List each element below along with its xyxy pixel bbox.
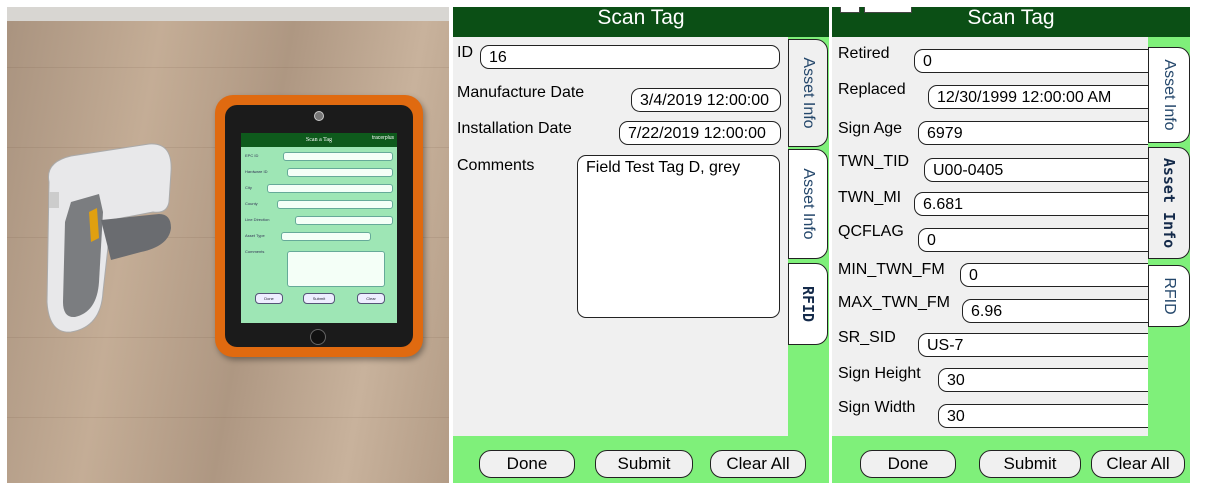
- home-button-icon: [310, 329, 326, 345]
- clear-all-button[interactable]: Clear All: [710, 450, 806, 478]
- camera-icon: [314, 111, 324, 121]
- retired-field[interactable]: 0: [914, 49, 1158, 73]
- mini-field: [283, 152, 393, 161]
- mini-field: [281, 232, 371, 241]
- scan-tag-panel-2: Scan Tag Retired 0 Replaced 12/30/1999 1…: [832, 7, 1190, 483]
- tab-strip: Asset Info Asset Info RFID: [788, 37, 829, 436]
- twn-mi-field[interactable]: 6.681: [914, 192, 1158, 216]
- window-stub: [864, 7, 912, 13]
- max-twn-fm-label: MAX_TWN_FM: [838, 294, 950, 311]
- done-button[interactable]: Done: [860, 450, 956, 478]
- mini-logo: tracerplus: [372, 135, 394, 141]
- retired-label: Retired: [838, 45, 890, 62]
- id-label: ID: [457, 44, 473, 61]
- mini-label: County: [245, 201, 258, 206]
- installation-date-field[interactable]: 7/22/2019 12:00:00: [619, 121, 781, 145]
- form-area: Retired 0 Replaced 12/30/1999 12:00:00 A…: [832, 37, 1158, 436]
- sign-age-label: Sign Age: [838, 120, 903, 137]
- mini-label: Hardware ID: [245, 169, 268, 174]
- min-twn-fm-field[interactable]: 0: [960, 263, 1158, 287]
- sign-height-field[interactable]: 30: [938, 368, 1158, 392]
- tab-asset-info-1[interactable]: Asset Info: [788, 39, 828, 147]
- sign-age-field[interactable]: 6979: [918, 121, 1158, 145]
- manufacture-date-label: Manufacture Date: [457, 84, 585, 101]
- mini-field: [287, 251, 385, 287]
- done-button[interactable]: Done: [479, 450, 575, 478]
- max-twn-fm-field[interactable]: 6.96: [962, 299, 1158, 323]
- mini-label: EPC ID: [245, 153, 259, 158]
- qcflag-label: QCFLAG: [838, 223, 904, 240]
- tab-asset-info-2[interactable]: Asset Info: [788, 149, 828, 259]
- form-area: ID 16 Manufacture Date 3/4/2019 12:00:00…: [453, 37, 788, 436]
- twn-mi-label: TWN_MI: [838, 189, 902, 206]
- mini-button: Clear: [357, 293, 385, 304]
- min-twn-fm-label: MIN_TWN_FM: [838, 261, 945, 278]
- submit-button[interactable]: Submit: [979, 450, 1081, 478]
- replaced-field[interactable]: 12/30/1999 12:00:00 AM: [928, 85, 1158, 109]
- replaced-label: Replaced: [838, 81, 906, 98]
- wood-grain: [7, 67, 449, 68]
- sign-width-label: Sign Width: [838, 399, 916, 416]
- mini-field: [287, 168, 393, 177]
- tab-rfid[interactable]: RFID: [788, 263, 828, 345]
- manufacture-date-field[interactable]: 3/4/2019 12:00:00: [631, 88, 781, 112]
- tab-strip: Asset Info Asset Info RFID: [1148, 37, 1190, 436]
- wood-grain: [7, 417, 449, 418]
- mini-label: Line Direction: [245, 217, 270, 222]
- mini-field: [295, 216, 393, 225]
- tab-asset-info-2[interactable]: Asset Info: [1148, 147, 1190, 259]
- mini-field: [277, 200, 393, 209]
- mini-button: Done: [255, 293, 283, 304]
- mini-label: Comments: [245, 249, 265, 254]
- submit-button[interactable]: Submit: [595, 450, 693, 478]
- sign-height-label: Sign Height: [838, 365, 921, 382]
- mini-label: City: [245, 185, 252, 190]
- sr-sid-field[interactable]: US-7: [918, 333, 1158, 357]
- tablet-screen: Scan a Tag tracerplus EPC ID Hardware ID…: [241, 133, 397, 323]
- sr-sid-label: SR_SID: [838, 329, 896, 346]
- tab-asset-info-1[interactable]: Asset Info: [1148, 47, 1190, 143]
- device-photo: Scan a Tag tracerplus EPC ID Hardware ID…: [7, 7, 449, 483]
- mini-button: Submit: [303, 293, 335, 304]
- button-bar: Done Submit Clear All: [453, 436, 829, 483]
- scan-tag-panel-1: Scan Tag ID 16 Manufacture Date 3/4/2019…: [453, 7, 829, 483]
- tab-rfid[interactable]: RFID: [1148, 265, 1190, 327]
- clear-all-button[interactable]: Clear All: [1091, 450, 1185, 478]
- photo-wall: [7, 7, 449, 21]
- mini-label: Asset Type: [245, 233, 265, 238]
- window-stub: [840, 7, 860, 13]
- installation-date-label: Installation Date: [457, 120, 572, 137]
- tablet-image: Scan a Tag tracerplus EPC ID Hardware ID…: [215, 95, 423, 357]
- id-field[interactable]: 16: [480, 45, 780, 69]
- mini-field: [267, 184, 393, 193]
- twn-tid-field[interactable]: U00-0405: [924, 158, 1158, 182]
- twn-tid-label: TWN_TID: [838, 153, 910, 170]
- button-bar: Done Submit Clear All: [832, 436, 1190, 483]
- comments-field[interactable]: Field Test Tag D, grey: [577, 155, 780, 318]
- sign-width-field[interactable]: 30: [938, 404, 1158, 428]
- page-title: Scan Tag: [453, 7, 829, 37]
- comments-label: Comments: [457, 157, 535, 174]
- qcflag-field[interactable]: 0: [918, 228, 1158, 252]
- rfid-scanner-image: [46, 143, 172, 333]
